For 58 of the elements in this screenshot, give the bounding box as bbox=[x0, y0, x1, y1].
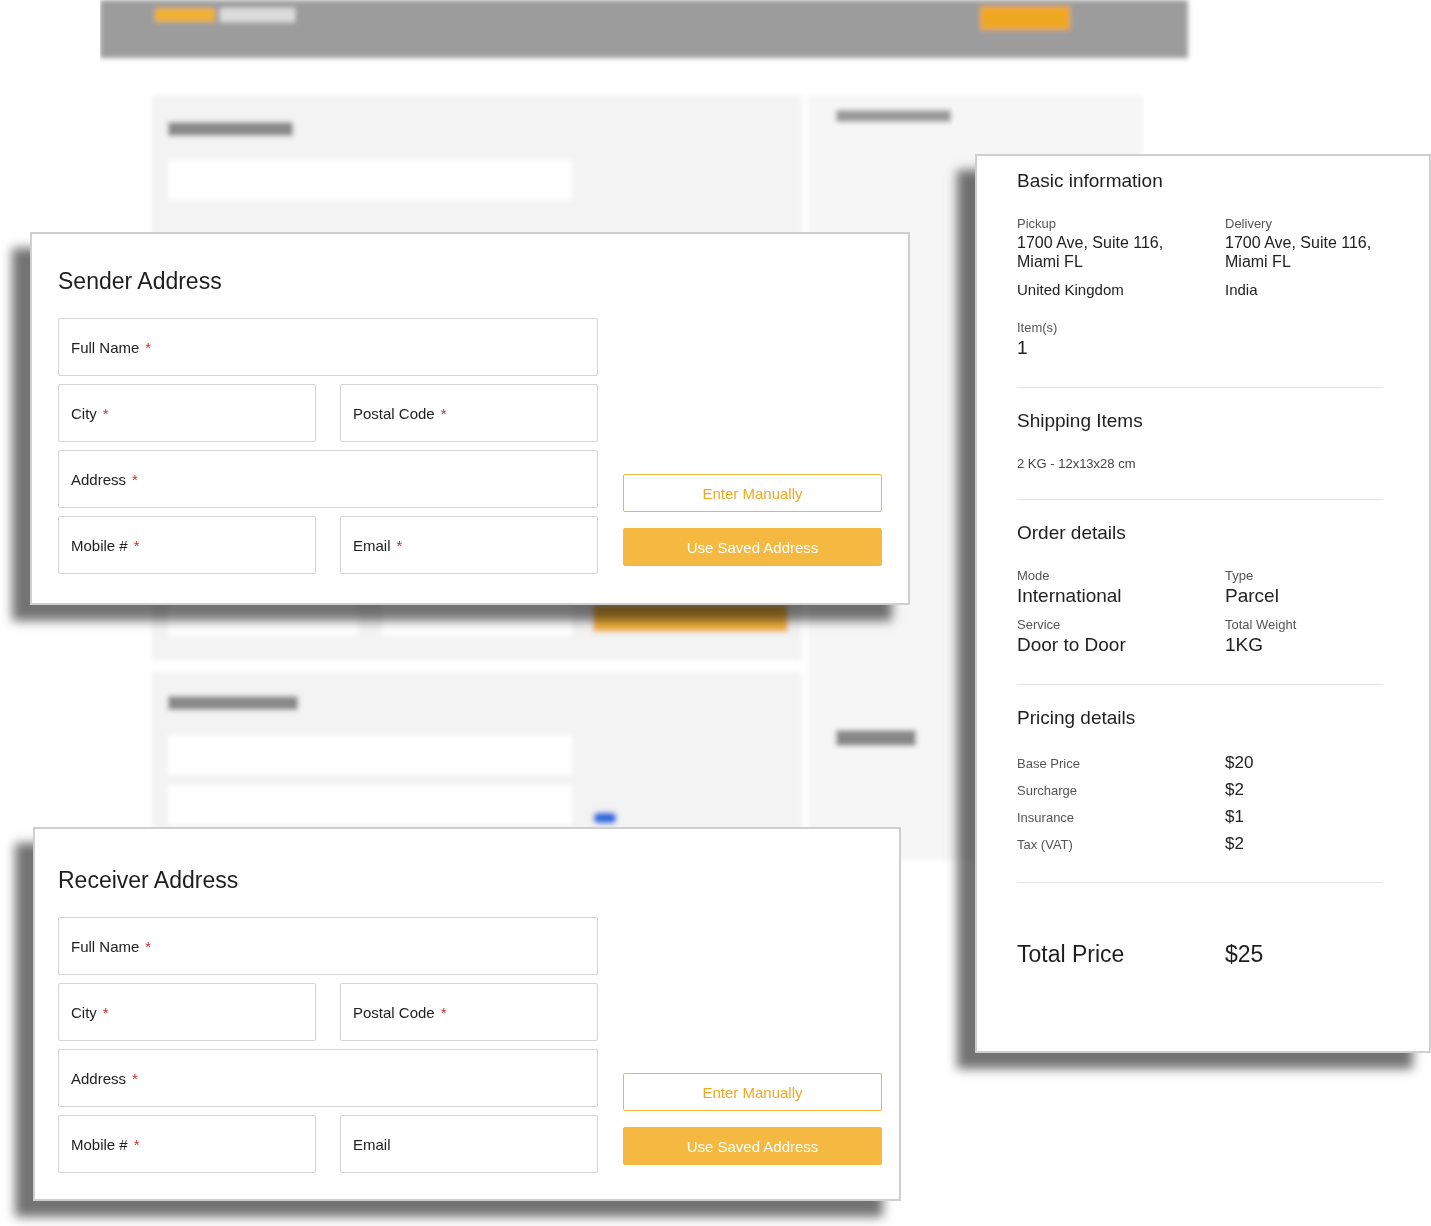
field-label: Type bbox=[1225, 568, 1255, 583]
price-label: Surcharge bbox=[1017, 782, 1078, 798]
input-field[interactable]: City * bbox=[58, 384, 316, 442]
section-title: Shipping Items bbox=[1017, 410, 1144, 432]
field-label: Pickup bbox=[1017, 216, 1058, 231]
section-title: Basic information bbox=[1017, 170, 1164, 192]
price-label: Base Price bbox=[1017, 755, 1081, 771]
field-label: Mode bbox=[1017, 568, 1051, 583]
required-mark: * bbox=[102, 1003, 109, 1021]
address-line: 1700 Ave, Suite 116, bbox=[1017, 233, 1165, 252]
input-field[interactable]: Postal Code * bbox=[340, 384, 598, 442]
total-label: Total Price bbox=[1017, 941, 1126, 968]
required-mark: * bbox=[440, 1003, 447, 1021]
field-value: International bbox=[1017, 585, 1123, 607]
field-label: Service bbox=[1017, 617, 1062, 632]
country-text: United Kingdom bbox=[1017, 281, 1125, 298]
price-label: Tax (VAT) bbox=[1017, 836, 1074, 852]
input-field[interactable]: Address * bbox=[58, 450, 598, 508]
required-mark: * bbox=[132, 1069, 138, 1087]
field-value: Door to Door bbox=[1017, 634, 1127, 656]
input-field[interactable]: Full Name * bbox=[58, 917, 598, 975]
price-value: $2 bbox=[1225, 834, 1245, 854]
field-value: Parcel bbox=[1225, 585, 1280, 607]
required-mark: * bbox=[396, 536, 403, 554]
field-label: Delivery bbox=[1225, 216, 1273, 231]
address-line: Miami FL bbox=[1017, 252, 1084, 271]
price-value: $20 bbox=[1225, 753, 1255, 773]
input-field[interactable]: City * bbox=[58, 983, 316, 1041]
input-field[interactable]: Mobile # * bbox=[58, 1115, 316, 1173]
section-title: Pricing details bbox=[1017, 707, 1137, 729]
price-label: Insurance bbox=[1017, 809, 1076, 825]
required-mark: * bbox=[132, 470, 138, 488]
price-value: $1 bbox=[1225, 807, 1245, 827]
address-line: 1700 Ave, Suite 116, bbox=[1225, 233, 1373, 252]
required-mark: * bbox=[440, 404, 447, 422]
field-label: Total Weight bbox=[1225, 617, 1298, 632]
field-value: 1KG bbox=[1225, 634, 1265, 656]
input-field[interactable]: Email * bbox=[340, 516, 598, 574]
card-title: Receiver Address bbox=[58, 867, 240, 894]
item-count: 1 bbox=[1017, 337, 1029, 359]
address-line: Miami FL bbox=[1225, 252, 1292, 271]
input-field[interactable]: Full Name * bbox=[58, 318, 598, 376]
required-mark: * bbox=[145, 937, 152, 955]
required-mark: * bbox=[145, 338, 152, 356]
input-field[interactable]: Email bbox=[340, 1115, 598, 1173]
required-mark: * bbox=[102, 404, 109, 422]
required-mark: * bbox=[133, 1135, 140, 1153]
required-mark: * bbox=[133, 536, 140, 554]
total-value: $25 bbox=[1225, 941, 1265, 968]
input-field[interactable]: Mobile # * bbox=[58, 516, 316, 574]
card-title: Sender Address bbox=[58, 268, 223, 295]
price-value: $2 bbox=[1225, 780, 1245, 800]
shipping-item: 2 KG - 12x13x28 cm bbox=[1017, 456, 1137, 471]
input-field[interactable]: Address * bbox=[58, 1049, 598, 1107]
section-title: Order details bbox=[1017, 522, 1127, 544]
field-label: Item(s) bbox=[1017, 320, 1059, 335]
country-text: India bbox=[1225, 281, 1259, 298]
input-field[interactable]: Postal Code * bbox=[340, 983, 598, 1041]
